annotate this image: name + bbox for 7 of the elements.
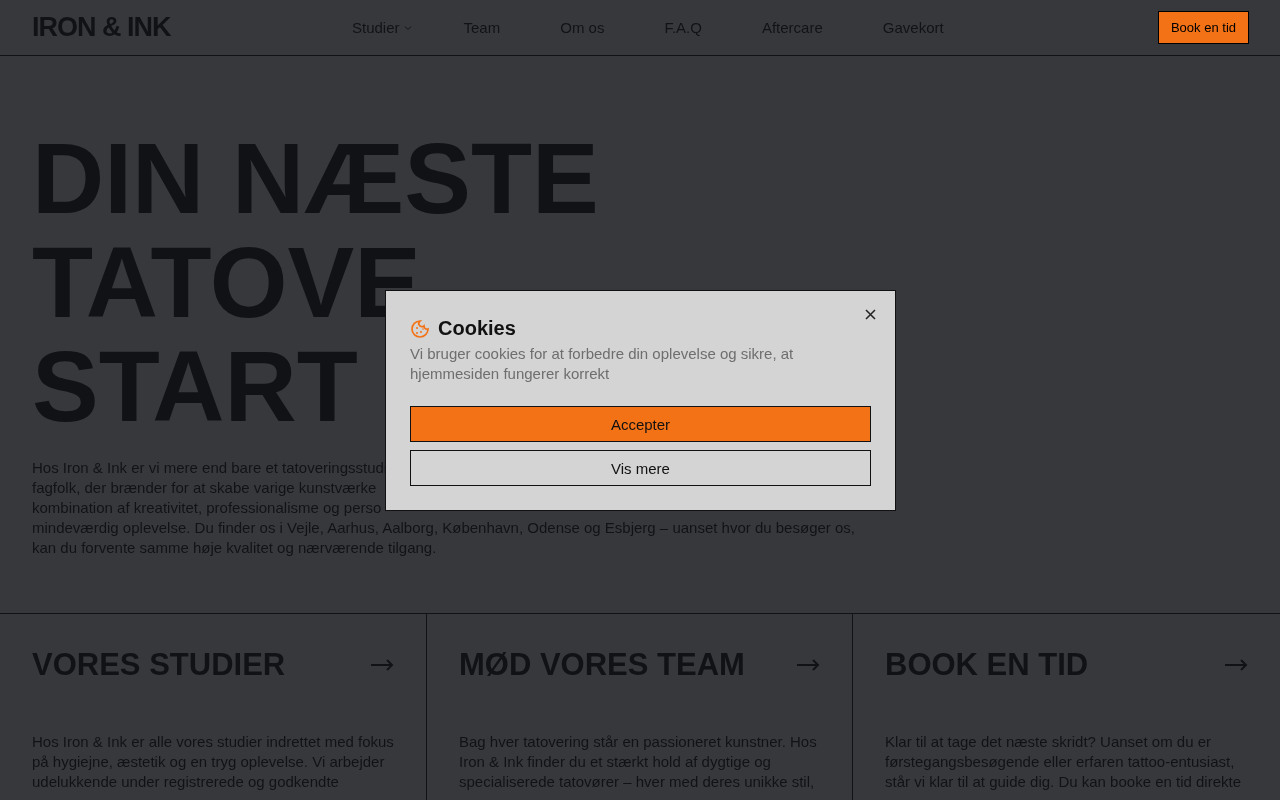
dialog-text: Vi bruger cookies for at forbedre din oplevelse og sikre, at hjemmesiden fungerer korrekt: [410, 344, 795, 384]
cookie-icon: [410, 318, 430, 339]
dialog-title: Cookies: [438, 317, 516, 340]
book-button[interactable]: Book en tid: [1157, 11, 1249, 44]
close-icon[interactable]: [865, 309, 876, 320]
show-more-button[interactable]: Vis mere: [410, 450, 871, 486]
accept-button[interactable]: Accepter: [410, 406, 871, 442]
